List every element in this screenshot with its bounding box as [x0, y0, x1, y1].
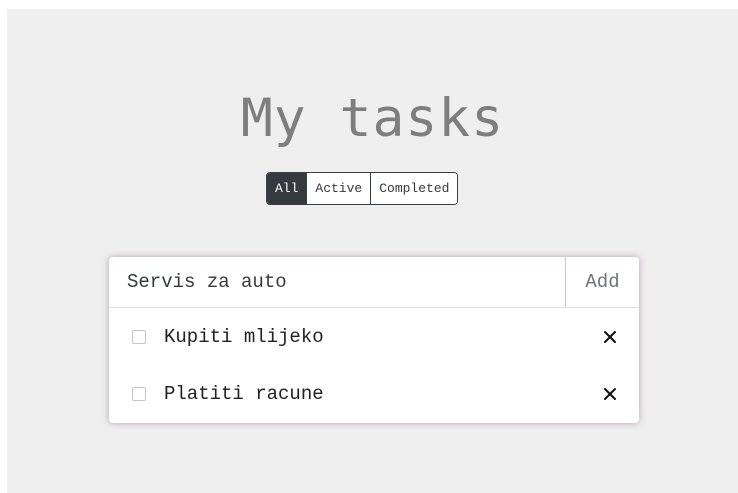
task-label: Platiti racune [164, 382, 324, 405]
task-item: Kupiti mlijeko [109, 308, 639, 365]
new-task-row: Add [109, 257, 639, 308]
task-label: Kupiti mlijeko [164, 325, 324, 348]
task-item: Platiti racune [109, 365, 639, 422]
task-checkbox[interactable] [132, 329, 146, 344]
filter-all-button[interactable]: All [267, 173, 307, 204]
close-icon[interactable] [603, 330, 617, 344]
app-page: My tasks All Active Completed Add Kupiti… [7, 9, 738, 493]
add-task-button[interactable]: Add [565, 257, 639, 307]
page-title: My tasks [240, 88, 505, 149]
new-task-input[interactable] [109, 257, 565, 307]
filter-button-group: All Active Completed [266, 172, 459, 205]
task-list: Kupiti mlijeko Platiti racune [109, 308, 639, 422]
task-card: Add Kupiti mlijeko Platiti racune [109, 257, 639, 423]
filter-completed-button[interactable]: Completed [370, 173, 458, 204]
task-checkbox[interactable] [132, 386, 146, 401]
filter-active-button[interactable]: Active [306, 173, 371, 204]
close-icon[interactable] [603, 387, 617, 401]
